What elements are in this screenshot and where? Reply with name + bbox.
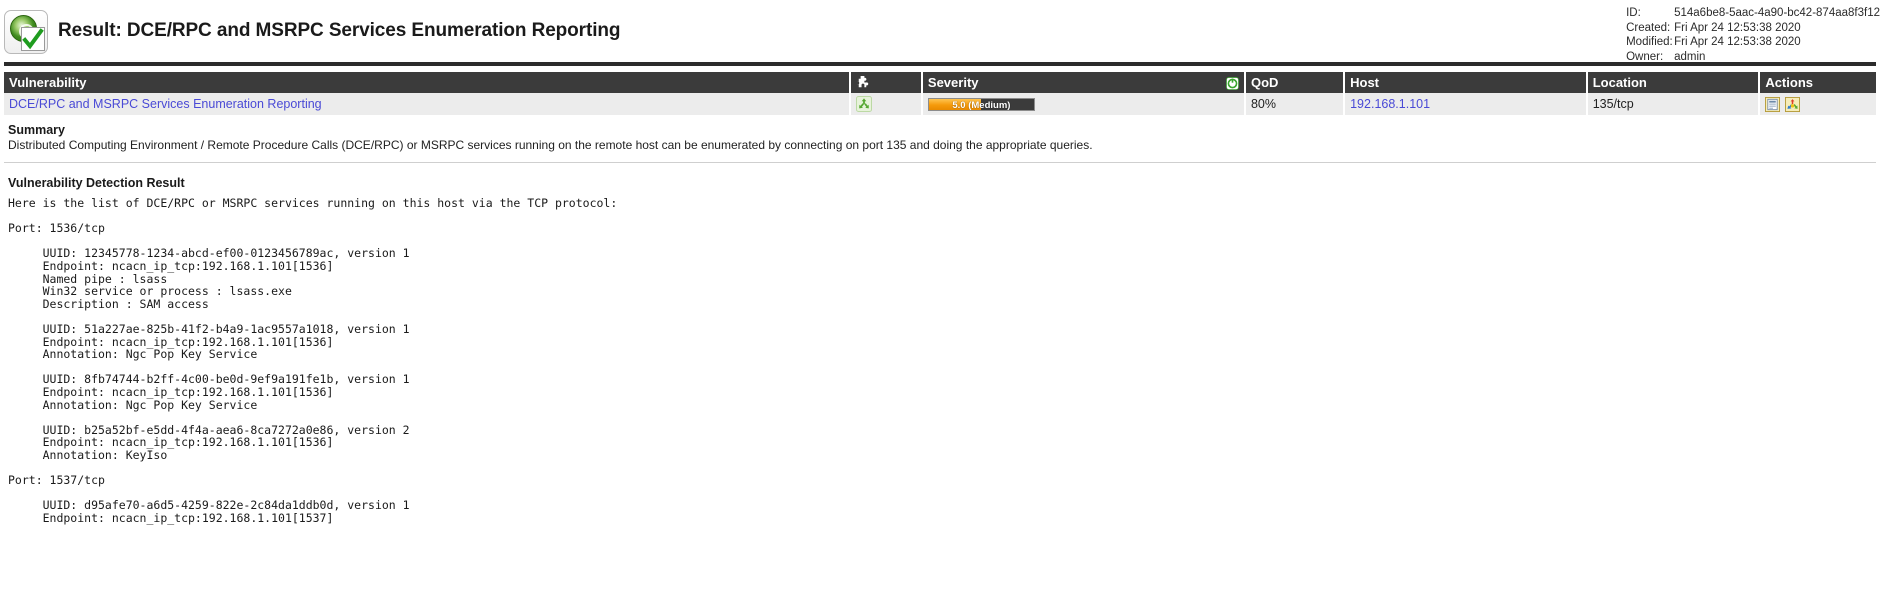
vulnerability-table: Vulnerability Severity QoD Host Location… [4,72,1876,115]
cell-actions [1759,93,1876,115]
detection-section: Vulnerability Detection Result Here is t… [4,163,1876,524]
action-icon-group [1765,96,1871,112]
table-header-row: Vulnerability Severity QoD Host Location… [4,72,1876,93]
column-header-actions: Actions [1759,72,1876,93]
add-override-icon[interactable] [1785,96,1801,112]
checkmark-icon [21,27,45,51]
column-header-solution-type[interactable] [849,72,923,93]
recycle-green-icon [855,96,916,112]
summary-text: Distributed Computing Environment / Remo… [8,138,1093,152]
cell-severity: 5.0 (Medium) [921,93,1246,115]
detection-result-text: Here is the list of DCE/RPC or MSRPC ser… [8,196,618,525]
column-header-severity-label: Severity [927,75,979,90]
meta-row-owner: Owner: admin [1626,50,1880,65]
scan-result-icon [4,10,48,54]
puzzle-piece-icon [855,75,917,90]
column-header-severity[interactable]: Severity [921,72,1246,93]
column-header-qod[interactable]: QoD [1244,72,1346,93]
header-divider [4,62,1876,66]
severity-value: 5.0 (Medium) [952,99,1011,111]
column-header-location[interactable]: Location [1586,72,1761,93]
detection-title: Vulnerability Detection Result [8,176,185,190]
column-header-host[interactable]: Host [1344,72,1588,93]
summary-section: Summary Distributed Computing Environmen… [4,115,1876,158]
cell-qod: 80% [1244,93,1346,115]
meta-value-modified: Fri Apr 24 12:53:38 2020 [1674,36,1801,48]
meta-value-created: Fri Apr 24 12:53:38 2020 [1674,21,1801,34]
header-left: Result: DCE/RPC and MSRPC Services Enume… [0,0,1880,62]
meta-value-owner: admin [1674,50,1706,63]
page-title: Result: DCE/RPC and MSRPC Services Enume… [58,20,621,41]
add-note-icon[interactable] [1765,96,1781,112]
vulnerability-link[interactable]: DCE/RPC and MSRPC Services Enumeration R… [9,97,322,111]
cell-location: 135/tcp [1586,93,1761,115]
meta-row-modified: Modified: Fri Apr 24 12:53:38 2020 [1626,35,1880,50]
meta-label-id: ID: [1626,7,1641,19]
page-header: Result: DCE/RPC and MSRPC Services Enume… [0,0,1880,64]
cell-solution-type [849,93,923,115]
meta-label-modified: Modified: [1626,36,1673,48]
cell-vulnerability: DCE/RPC and MSRPC Services Enumeration R… [4,93,851,115]
result-metadata: ID: 514a6be8-5aac-4a90-bc42-874aa8f3f12 … [1626,6,1880,64]
summary-title: Summary [8,123,65,137]
meta-label-owner: Owner: [1626,50,1664,63]
meta-row-id: ID: 514a6be8-5aac-4a90-bc42-874aa8f3f12 [1626,6,1880,21]
meta-row-created: Created: Fri Apr 24 12:53:38 2020 [1626,21,1880,36]
meta-label-created: Created: [1626,21,1671,34]
host-link[interactable]: 192.168.1.101 [1350,97,1430,111]
table-row: DCE/RPC and MSRPC Services Enumeration R… [4,93,1876,115]
meta-value-id: 514a6be8-5aac-4a90-bc42-874aa8f3f12 [1674,7,1880,19]
cell-host: 192.168.1.101 [1344,93,1588,115]
column-header-vulnerability[interactable]: Vulnerability [4,72,851,93]
qod-circle-icon [1225,77,1239,90]
severity-bar: 5.0 (Medium) [927,97,1035,111]
